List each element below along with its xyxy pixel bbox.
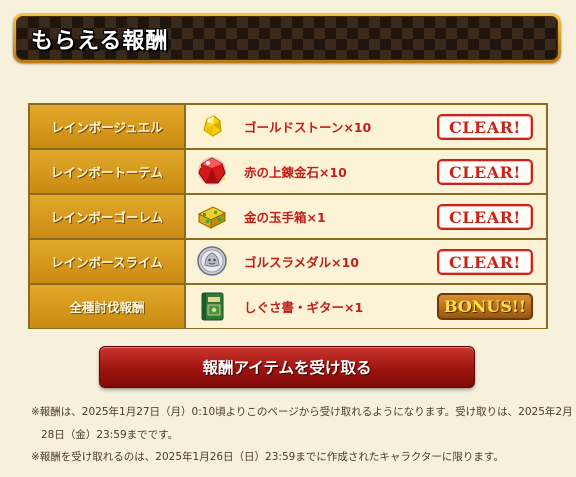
reward-condition: 全種討伐報酬 <box>30 285 184 328</box>
bonus-badge: BONUS!! <box>437 293 533 320</box>
header-checkered-panel: もらえる報酬 <box>16 16 558 60</box>
reward-condition: レインボーゴーレム <box>30 195 184 238</box>
reward-row: レインボースライム ゴルスラメダル×10 CLEAR! <box>30 240 546 283</box>
reward-condition: レインボースライム <box>30 240 184 283</box>
reward-table: レインボージュエル ゴールドストーン×10 CLEAR! レインボートーテム 赤… <box>28 103 548 329</box>
reward-row: レインボーゴーレム 金の玉手箱×1 CLEAR! <box>30 195 546 238</box>
reward-row: 全種討伐報酬 しぐさ書・ギター×1 BONUS!! <box>30 285 546 328</box>
reward-item-name: しぐさ書・ギター×1 <box>244 300 364 315</box>
reward-item-cell: ゴルスラメダル×10 CLEAR! <box>186 240 546 283</box>
golslime-medal-icon <box>197 246 227 276</box>
note-eligibility: ※報酬を受け取れるのは、2025年1月26日（日）23:59までに作成されたキャ… <box>31 451 504 463</box>
reward-condition: レインボートーテム <box>30 150 184 193</box>
clear-badge: CLEAR! <box>437 249 533 275</box>
clear-badge: CLEAR! <box>437 204 533 230</box>
reward-item-cell: しぐさ書・ギター×1 BONUS!! <box>186 285 546 328</box>
page-title: もらえる報酬 <box>31 29 169 54</box>
gold-treasure-box-icon <box>197 202 227 230</box>
note-receive-period: ※報酬は、2025年1月27日（月）0:10頃よりこのページから受け取れるように… <box>31 406 573 418</box>
reward-row: レインボージュエル ゴールドストーン×10 CLEAR! <box>30 105 546 148</box>
reward-item-name: 金の玉手箱×1 <box>244 210 326 225</box>
reward-item-cell: 赤の上錬金石×10 CLEAR! <box>186 150 546 193</box>
reward-item-name: 赤の上錬金石×10 <box>244 165 347 180</box>
clear-badge: CLEAR! <box>437 114 533 140</box>
clear-badge: CLEAR! <box>437 159 533 185</box>
reward-row: レインボートーテム 赤の上錬金石×10 CLEAR! <box>30 150 546 193</box>
gesture-book-icon <box>201 292 224 321</box>
receive-reward-button[interactable]: 報酬アイテムを受け取る <box>99 346 475 388</box>
reward-item-cell: ゴールドストーン×10 CLEAR! <box>186 105 546 148</box>
reward-item-name: ゴールドストーン×10 <box>244 120 372 135</box>
red-alchemy-stone-icon <box>198 157 226 185</box>
reward-item-cell: 金の玉手箱×1 CLEAR! <box>186 195 546 238</box>
note-receive-period-cont: 28日（金）23:59までです。 <box>41 429 179 441</box>
reward-item-name: ゴルスラメダル×10 <box>244 255 359 270</box>
gold-stone-icon <box>199 114 225 140</box>
reward-condition: レインボージュエル <box>30 105 184 148</box>
header-frame: もらえる報酬 <box>13 13 561 63</box>
